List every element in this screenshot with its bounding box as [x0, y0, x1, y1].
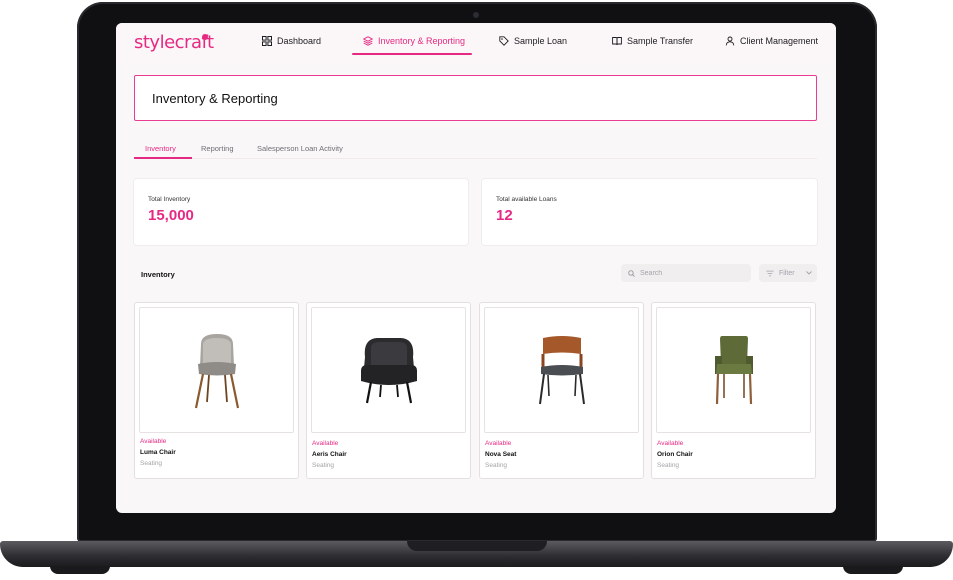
tab-inventory[interactable]: Inventory: [145, 144, 176, 153]
product-name: Orion Chair: [657, 451, 693, 458]
filter-icon: [766, 270, 774, 276]
product-category: Seating: [485, 462, 508, 469]
top-nav: stylecraft Dashboard Inventory & Reporti…: [116, 23, 836, 63]
tab-salesperson-loan-activity[interactable]: Salesperson Loan Activity: [257, 144, 343, 153]
product-image: [484, 307, 639, 433]
nav-sample-loan[interactable]: Sample Loan: [499, 36, 567, 46]
page-header: Inventory & Reporting: [134, 75, 817, 121]
walnut-bentwood-chair-image: [538, 336, 585, 405]
nav-sample-transfer[interactable]: Sample Transfer: [612, 36, 693, 46]
grid-icon: [262, 36, 272, 46]
stat-label: Total Inventory: [148, 196, 191, 203]
product-card[interactable]: Available Orion Chair Seating: [651, 302, 816, 479]
tab-active-indicator: [134, 157, 192, 159]
nav-client-management[interactable]: Client Management: [725, 36, 818, 46]
product-name: Nova Seat: [485, 451, 517, 458]
product-category: Seating: [657, 462, 680, 469]
user-icon: [725, 36, 735, 46]
product-name: Luma Chair: [140, 449, 176, 456]
chevron-down-icon: [805, 271, 812, 275]
section-title: Inventory: [141, 270, 175, 279]
product-status: Available: [312, 440, 339, 447]
product-grid: Available Luma Chair Seating Available A…: [134, 302, 817, 480]
product-image: [311, 307, 466, 433]
stat-value: 12: [496, 207, 513, 224]
screen: stylecraft Dashboard Inventory & Reporti…: [116, 23, 836, 513]
book-icon: [612, 37, 622, 46]
stat-value: 15,000: [148, 207, 194, 224]
nav-label: Inventory & Reporting: [378, 36, 466, 46]
nav-label: Dashboard: [277, 36, 322, 46]
grey-upholstered-chair-image: [194, 334, 239, 409]
nav-label: Sample Loan: [514, 36, 568, 46]
tab-reporting[interactable]: Reporting: [201, 144, 234, 153]
nav-dashboard[interactable]: Dashboard: [262, 36, 321, 46]
product-card[interactable]: Available Aeris Chair Seating: [306, 302, 471, 479]
laptop-foot: [50, 566, 110, 574]
product-status: Available: [485, 440, 512, 447]
nav-label: Sample Transfer: [627, 36, 694, 46]
nav-inventory-reporting[interactable]: Inventory & Reporting: [363, 36, 465, 46]
tab-divider: [134, 158, 817, 159]
nav-label: Client Management: [740, 36, 819, 46]
product-image: [656, 307, 811, 433]
stat-card-total-loans: Total available Loans 12: [482, 179, 817, 245]
nav-active-indicator: [352, 53, 472, 55]
filter-button[interactable]: Filter: [759, 264, 817, 282]
search-box[interactable]: [621, 264, 751, 282]
green-dining-armchair-image: [714, 336, 753, 405]
product-image: [139, 307, 294, 433]
layers-icon: [363, 36, 373, 46]
laptop-notch: [407, 541, 547, 551]
product-name: Aeris Chair: [312, 451, 347, 458]
tag-icon: [499, 36, 509, 46]
filter-label: Filter: [779, 269, 795, 277]
product-category: Seating: [312, 462, 335, 469]
product-card[interactable]: Available Luma Chair Seating: [134, 302, 299, 479]
search-icon: [628, 269, 635, 277]
stat-card-total-inventory: Total Inventory 15,000: [134, 179, 468, 245]
camera: [473, 12, 479, 18]
logo-dot: [202, 34, 208, 40]
product-category: Seating: [140, 460, 163, 467]
page-title: Inventory & Reporting: [152, 91, 278, 106]
laptop-foot: [843, 566, 903, 574]
black-lounge-chair-image: [360, 338, 417, 404]
stat-label: Total available Loans: [496, 196, 557, 203]
product-card[interactable]: Available Nova Seat Seating: [479, 302, 644, 479]
product-status: Available: [140, 438, 167, 445]
search-input[interactable]: [640, 269, 740, 277]
product-status: Available: [657, 440, 684, 447]
